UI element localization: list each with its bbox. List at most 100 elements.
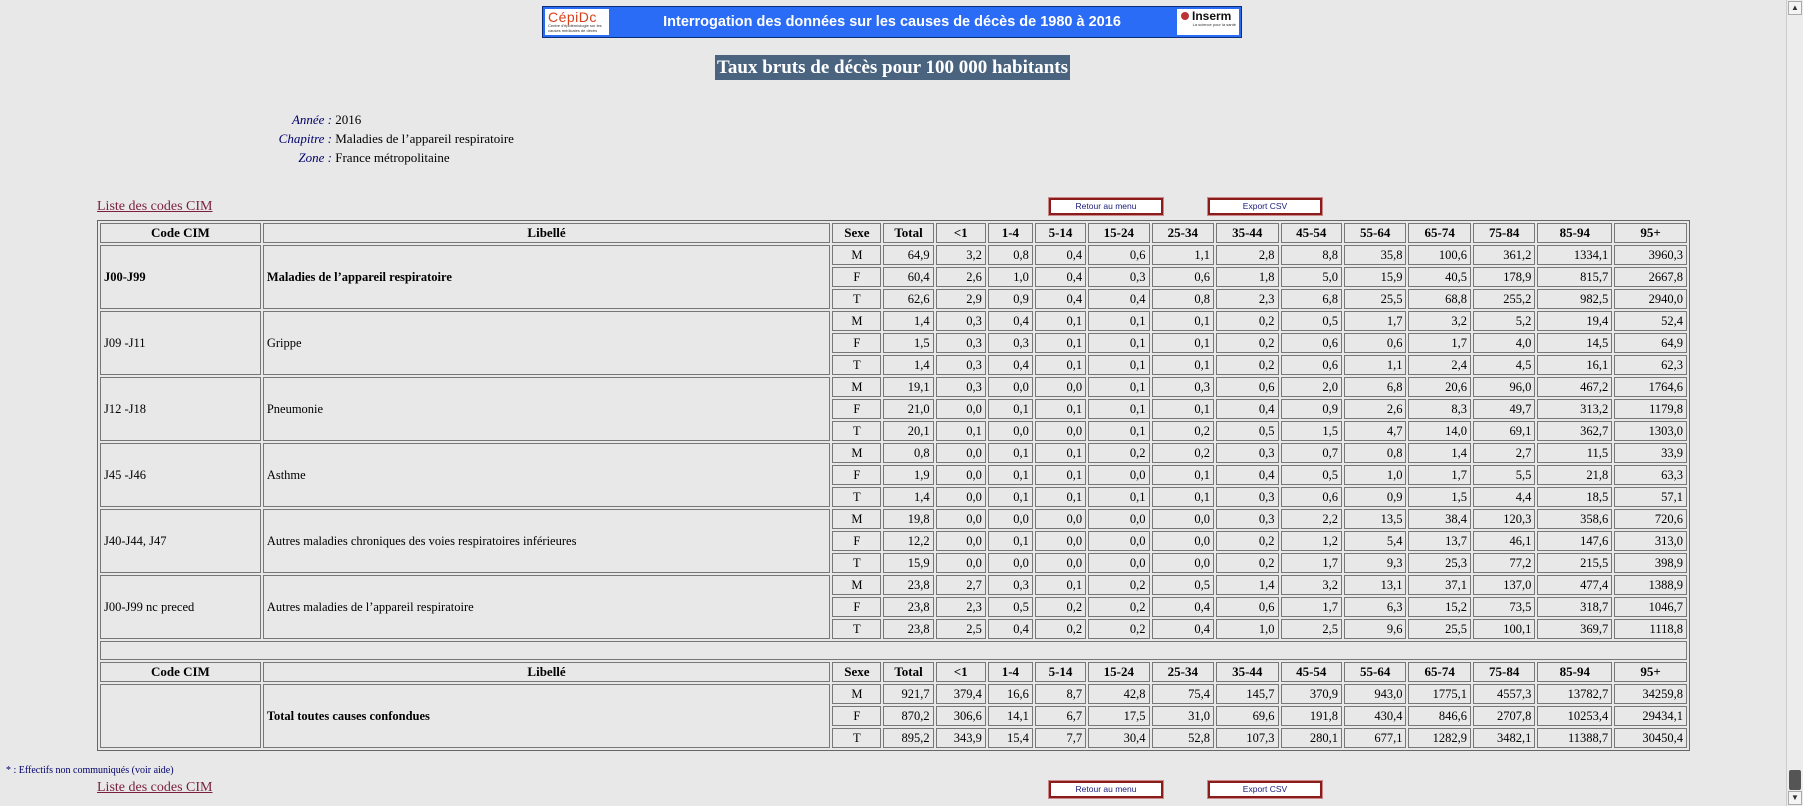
value-cell: 362,7 bbox=[1537, 421, 1613, 441]
retour-menu-button-bottom[interactable]: Retour au menu bbox=[1048, 780, 1164, 799]
value-cell: 0,6 bbox=[1151, 267, 1215, 287]
sex-cell: F bbox=[832, 531, 882, 551]
value-cell: 25,5 bbox=[1408, 619, 1471, 639]
value-cell: 0,1 bbox=[1088, 311, 1150, 331]
value-cell: 96,0 bbox=[1472, 377, 1536, 397]
value-cell: 0,2 bbox=[1216, 333, 1279, 353]
value-cell: 64,9 bbox=[1614, 333, 1687, 353]
meta-chapter: Chapitre : Maladies de l’appareil respir… bbox=[230, 129, 514, 148]
value-cell: 0,1 bbox=[1088, 421, 1150, 441]
value-cell: 0,9 bbox=[987, 289, 1033, 309]
column-header: 65-74 bbox=[1408, 223, 1471, 243]
value-cell: 31,0 bbox=[1151, 706, 1215, 726]
inserm-logo-text: Inserm bbox=[1180, 10, 1236, 23]
scroll-up-icon[interactable]: ▲ bbox=[1788, 1, 1802, 15]
value-cell: 57,1 bbox=[1614, 487, 1687, 507]
value-cell: 13,5 bbox=[1343, 509, 1407, 529]
value-cell: 398,9 bbox=[1614, 553, 1687, 573]
value-cell: 1,7 bbox=[1408, 465, 1471, 485]
value-cell: 5,5 bbox=[1472, 465, 1536, 485]
sex-cell: F bbox=[832, 267, 882, 287]
value-cell: 0,4 bbox=[1151, 597, 1215, 617]
cepidc-logo[interactable]: CépiDc Centre d'épidémiologie sur les ca… bbox=[545, 9, 609, 35]
value-cell: 25,3 bbox=[1408, 553, 1471, 573]
table-row: Total toutes causes confondues M 921,7 379,… bbox=[100, 684, 1687, 748]
value-cell: 0,1 bbox=[1088, 377, 1150, 397]
value-cell: 313,0 bbox=[1614, 531, 1687, 551]
value-cell: 0,0 bbox=[935, 509, 986, 529]
value-cell: 40,5 bbox=[1408, 267, 1471, 287]
table-row: J45 -J46 Asthme M 0,8 0,0 0,1 0,1 0,2 0,2 0,3 0,7 0… bbox=[100, 443, 1687, 507]
value-cell: 4557,3 bbox=[1472, 684, 1536, 704]
value-cell: 3960,3 bbox=[1614, 245, 1687, 265]
separator-cell bbox=[100, 641, 1687, 660]
table-row: J00-J99 Maladies de l’appareil respiratoi… bbox=[100, 245, 1687, 309]
inserm-logo[interactable]: Inserm La science pour la santé bbox=[1177, 9, 1239, 35]
meta-zone: Zone : France métropolitaine bbox=[230, 148, 514, 167]
value-cell: 0,4 bbox=[987, 311, 1033, 331]
value-cell: 2,5 bbox=[1280, 619, 1342, 639]
codes-cim-link-top[interactable]: Liste des codes CIM bbox=[97, 199, 212, 215]
column-header: Libellé bbox=[262, 223, 831, 243]
value-cell: 11388,7 bbox=[1537, 728, 1613, 748]
value-cell: 1,7 bbox=[1280, 553, 1342, 573]
value-cell: 1,0 bbox=[987, 267, 1033, 287]
value-cell: 1764,6 bbox=[1614, 377, 1687, 397]
value-cell: 0,0 bbox=[1151, 553, 1215, 573]
vertical-scrollbar[interactable]: ▲ ▼ bbox=[1786, 0, 1803, 806]
value-cell: 1,8 bbox=[1216, 267, 1279, 287]
value-cell: 0,4 bbox=[1034, 245, 1087, 265]
value-cell: 69,6 bbox=[1216, 706, 1279, 726]
value-cell: 0,6 bbox=[1216, 597, 1279, 617]
column-header: 15-24 bbox=[1088, 662, 1150, 682]
value-cell: 6,3 bbox=[1343, 597, 1407, 617]
value-cell: 16,1 bbox=[1537, 355, 1613, 375]
column-header: Sexe bbox=[832, 223, 882, 243]
value-cell: 0,1 bbox=[1151, 487, 1215, 507]
column-header: <1 bbox=[935, 662, 986, 682]
value-cell: 52,4 bbox=[1614, 311, 1687, 331]
value-cell: 379,4 bbox=[935, 684, 986, 704]
value-cell: 0,0 bbox=[935, 553, 986, 573]
value-cell: 18,5 bbox=[1537, 487, 1613, 507]
libelle-cell: Asthme bbox=[262, 443, 831, 507]
value-cell: 370,9 bbox=[1280, 684, 1342, 704]
value-cell: 0,0 bbox=[987, 553, 1033, 573]
value-cell: 17,5 bbox=[1088, 706, 1150, 726]
value-cell: 1,4 bbox=[883, 311, 934, 331]
value-cell: 35,8 bbox=[1343, 245, 1407, 265]
column-header: 35-44 bbox=[1216, 662, 1279, 682]
scroll-down-icon[interactable]: ▼ bbox=[1788, 791, 1802, 805]
value-cell: 2707,8 bbox=[1472, 706, 1536, 726]
cepidc-logo-subtitle: Centre d'épidémiologie sur les causes mé… bbox=[548, 23, 602, 33]
value-cell: 2940,0 bbox=[1614, 289, 1687, 309]
retour-menu-button-top[interactable]: Retour au menu bbox=[1048, 197, 1164, 216]
value-cell: 358,6 bbox=[1537, 509, 1613, 529]
value-cell: 13,7 bbox=[1408, 531, 1471, 551]
separator-row bbox=[100, 641, 1687, 660]
value-cell: 2,8 bbox=[1216, 245, 1279, 265]
value-cell: 0,4 bbox=[1216, 465, 1279, 485]
libelle-cell: Grippe bbox=[262, 311, 831, 375]
footnote: * : Effectifs non communiqués (voir aide… bbox=[6, 765, 174, 776]
value-cell: 62,3 bbox=[1614, 355, 1687, 375]
column-header: 1-4 bbox=[987, 662, 1033, 682]
value-cell: 64,9 bbox=[883, 245, 934, 265]
value-cell: 1,5 bbox=[1280, 421, 1342, 441]
value-cell: 255,2 bbox=[1472, 289, 1536, 309]
value-cell: 982,5 bbox=[1537, 289, 1613, 309]
export-csv-button-top[interactable]: Export CSV bbox=[1207, 197, 1323, 216]
value-cell: 2,5 bbox=[935, 619, 986, 639]
value-cell: 1,1 bbox=[1343, 355, 1407, 375]
value-cell: 0,0 bbox=[1151, 509, 1215, 529]
value-cell: 0,1 bbox=[1034, 487, 1087, 507]
libelle-cell: Pneumonie bbox=[262, 377, 831, 441]
value-cell: 20,1 bbox=[883, 421, 934, 441]
scrollbar-thumb[interactable] bbox=[1789, 770, 1801, 790]
value-cell: 1,4 bbox=[883, 355, 934, 375]
value-cell: 0,0 bbox=[1034, 509, 1087, 529]
value-cell: 178,9 bbox=[1472, 267, 1536, 287]
export-csv-button-bottom[interactable]: Export CSV bbox=[1207, 780, 1323, 799]
value-cell: 75,4 bbox=[1151, 684, 1215, 704]
codes-cim-link-bottom[interactable]: Liste des codes CIM bbox=[97, 780, 212, 796]
